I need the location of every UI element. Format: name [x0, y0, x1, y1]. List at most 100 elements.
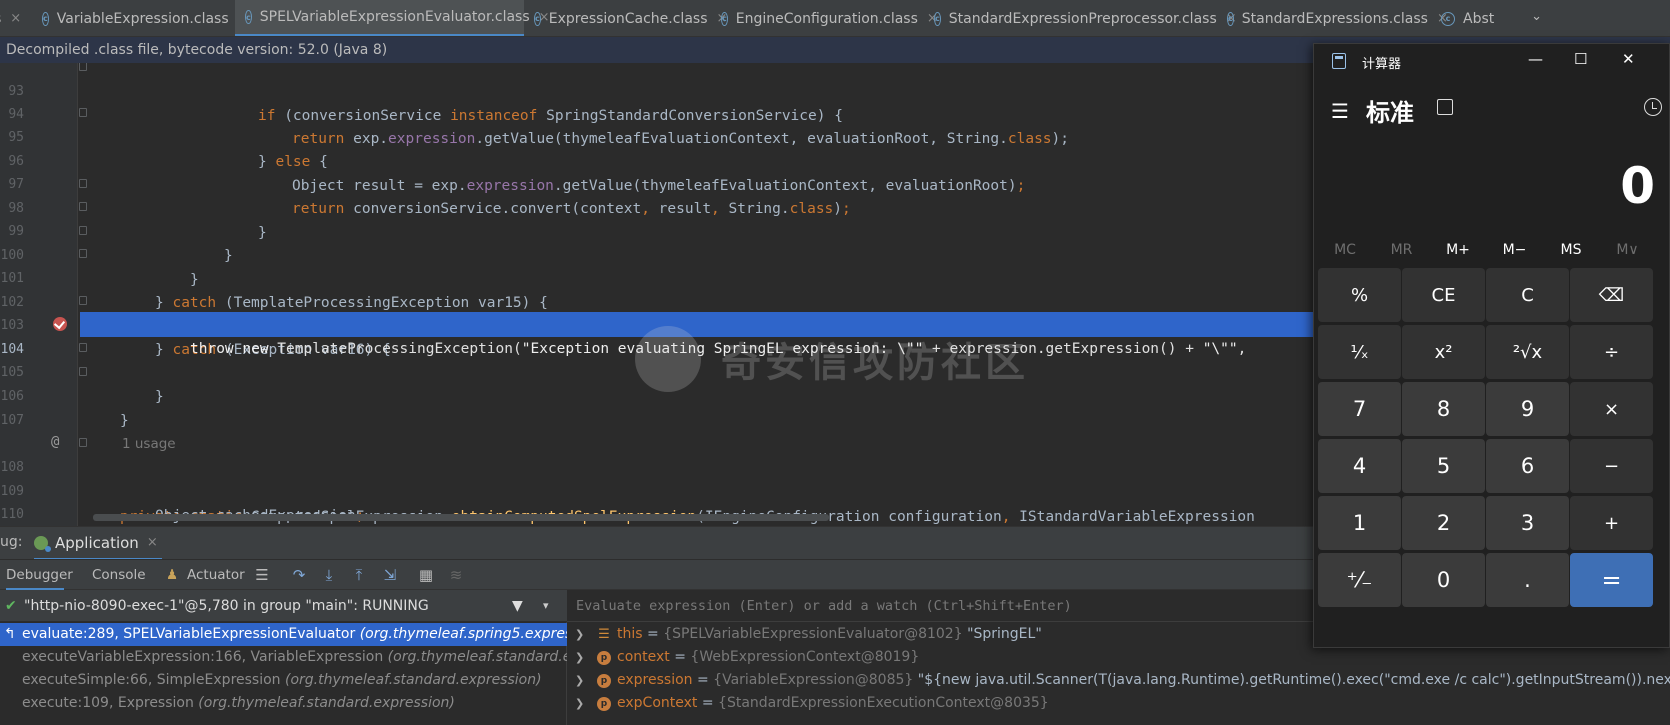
calculator-titlebar[interactable]: 计算器 — ☐ ✕	[1314, 44, 1669, 78]
add-button[interactable]: +	[1570, 496, 1653, 550]
session-tab-application[interactable]: Application ×	[34, 527, 162, 560]
digit-3-button[interactable]: 3	[1486, 496, 1569, 550]
close-button[interactable]: ✕	[1622, 50, 1635, 68]
reciprocal-button[interactable]: ¹⁄ₓ	[1318, 325, 1401, 379]
digit-2-button[interactable]: 2	[1402, 496, 1485, 550]
editor-tab[interactable]: c ExpressionCache.class ×	[524, 0, 727, 36]
code-line: 110 ComputedSpelExpression cachedExpress…	[0, 477, 1313, 522]
code-editor[interactable]: 93 if (conversionService instanceof Spri…	[0, 63, 1313, 526]
digit-0-button[interactable]: 0	[1402, 553, 1485, 607]
maximize-button[interactable]: ☐	[1574, 50, 1587, 68]
override-at-icon[interactable]: @	[51, 430, 59, 455]
tab-debugger[interactable]: Debugger	[6, 560, 73, 591]
memory-button[interactable]: M−	[1486, 242, 1544, 258]
stack-frame[interactable]: executeVariableExpression:166, VariableE…	[0, 646, 567, 669]
breakpoint-gutter[interactable]: 104	[0, 312, 80, 357]
code-line: 101 } catch (TemplateProcessingException…	[0, 241, 1313, 311]
digit-7-button[interactable]: 7	[1318, 382, 1401, 436]
breakpoint-icon[interactable]	[53, 317, 67, 331]
memory-button[interactable]: MS	[1542, 242, 1600, 258]
editor-tab[interactable]: c Abst	[1431, 0, 1511, 36]
code-line: 95 } else {	[0, 100, 1313, 170]
editor-tab[interactable]: c EngineConfiguration.class ×	[711, 0, 938, 36]
step-out-icon[interactable]: ⤒	[350, 566, 368, 584]
step-over-icon[interactable]: ↷	[290, 566, 308, 584]
menu-icon[interactable]: ☰	[1331, 99, 1349, 123]
digit-4-button[interactable]: 4	[1318, 439, 1401, 493]
horizontal-scrollbar[interactable]	[93, 514, 829, 521]
editor-tab-label: ExpressionCache.class	[548, 10, 708, 27]
minimize-button[interactable]: —	[1528, 50, 1543, 68]
expand-chevron-icon[interactable]: ❯	[575, 646, 584, 669]
editor-tab[interactable]: c StandardExpressionPreprocessor.class ×	[924, 0, 1237, 36]
editor-tab[interactable]: c StandardExpressions.class ×	[1217, 0, 1448, 36]
debug-toolbar: Debugger Console ♟ Actuator ☰ ↷ ⤓ ⤒ ⇲ ▦ …	[0, 559, 1313, 591]
code-line-highlighted: throw new TemplateProcessingException("E…	[80, 312, 1313, 357]
history-icon[interactable]	[1644, 98, 1662, 116]
variable-type: {VariableExpression@8085}	[713, 672, 914, 688]
tab-overflow-chevron-icon[interactable]: ⌄	[1531, 9, 1542, 24]
stack-frame[interactable]: execute:109, Expression (org.thymeleaf.s…	[0, 692, 567, 715]
digit-5-button[interactable]: 5	[1402, 439, 1485, 493]
frame-method: executeVariableExpression:166, VariableE…	[22, 649, 384, 665]
variable-row[interactable]: ❯ p context = {WebExpressionContext@8019}	[567, 646, 1670, 669]
calculator-mode-title: 标准	[1366, 99, 1414, 127]
evaluate-expression-input[interactable]: Evaluate expression (Enter) or add a wat…	[567, 590, 1313, 622]
memory-button[interactable]: MC	[1316, 242, 1374, 258]
subtract-button[interactable]: −	[1570, 439, 1653, 493]
frame-method: evaluate:289, SPELVariableExpressionEval…	[22, 626, 356, 642]
field-icon: p	[597, 697, 611, 711]
digit-8-button[interactable]: 8	[1402, 382, 1485, 436]
backspace-button[interactable]: ⌫	[1570, 268, 1653, 322]
tab-actuator[interactable]: ♟ Actuator	[166, 560, 245, 591]
stack-frame[interactable]: ↰ evaluate:289, SPELVariableExpressionEva…	[0, 623, 567, 646]
expand-chevron-icon[interactable]: ❯	[575, 669, 584, 692]
frame-method: executeSimple:66, SimpleExpression	[22, 672, 281, 688]
digit-1-button[interactable]: 1	[1318, 496, 1401, 550]
close-icon[interactable]: ×	[147, 535, 158, 550]
editor-tab[interactable]: cVariableExpression.class×	[32, 0, 249, 36]
calculator-display: 0	[1620, 157, 1655, 215]
editor-tab[interactable]: c SPELVariableExpressionEvaluator.class ×	[235, 0, 550, 36]
variable-type: {SPELVariableExpressionEvaluator@8102}	[663, 626, 963, 642]
keep-on-top-icon[interactable]	[1437, 99, 1453, 115]
filter-icon[interactable]: ▼	[512, 590, 523, 622]
code-line: 103 } catch (Exception var16) {	[0, 288, 1313, 358]
divide-button[interactable]: ÷	[1570, 325, 1653, 379]
memory-button[interactable]: M∨	[1599, 242, 1657, 258]
evaluate-table-icon[interactable]: ▦	[417, 566, 435, 584]
equals-button[interactable]: =	[1570, 553, 1653, 607]
class-file-icon: c	[1441, 11, 1455, 26]
clear-entry-button[interactable]: CE	[1402, 268, 1485, 322]
multiply-button[interactable]: ×	[1570, 382, 1653, 436]
trace-icon[interactable]: ≋	[447, 566, 465, 584]
digit-6-button[interactable]: 6	[1486, 439, 1569, 493]
memory-button[interactable]: MR	[1373, 242, 1431, 258]
variable-row[interactable]: ❯ p expContext = {StandardExpressionExecut…	[567, 692, 1670, 715]
clear-button[interactable]: C	[1486, 268, 1569, 322]
percent-button[interactable]: %	[1318, 268, 1401, 322]
layout-menu-icon[interactable]: ☰	[253, 566, 271, 584]
code-line: 105 }	[0, 335, 1313, 405]
editor-tab[interactable]: s×	[0, 0, 32, 36]
thread-selector[interactable]: ✔ "http-nio-8090-exec-1"@5,780 in group …	[0, 590, 567, 622]
negate-button[interactable]: ⁺⁄₋	[1318, 553, 1401, 607]
expand-chevron-icon[interactable]: ❯	[575, 692, 584, 715]
editor-tab-label: Abst	[1463, 10, 1495, 27]
run-to-cursor-icon[interactable]: ⇲	[381, 566, 399, 584]
decimal-button[interactable]: .	[1486, 553, 1569, 607]
debug-tool-window-header: ug: Application ×	[0, 526, 1313, 560]
expand-chevron-icon[interactable]: ❯	[575, 623, 584, 646]
memory-button[interactable]: M+	[1429, 242, 1487, 258]
digit-9-button[interactable]: 9	[1486, 382, 1569, 436]
step-into-icon[interactable]: ⤓	[320, 566, 338, 584]
stack-frame[interactable]: executeSimple:66, SimpleExpression (org.…	[0, 669, 567, 692]
chevron-down-icon[interactable]: ▾	[543, 590, 549, 622]
tab-console[interactable]: Console	[92, 560, 146, 591]
object-icon: ☰	[598, 627, 610, 642]
variable-row[interactable]: ❯ p expression = {VariableExpression@8085}…	[567, 669, 1670, 692]
square-button[interactable]: x²	[1402, 325, 1485, 379]
close-icon[interactable]: ×	[10, 11, 21, 26]
square-root-button[interactable]: ²√x	[1486, 325, 1569, 379]
frame-package: (org.thymeleaf.standard.expression)	[285, 672, 542, 688]
